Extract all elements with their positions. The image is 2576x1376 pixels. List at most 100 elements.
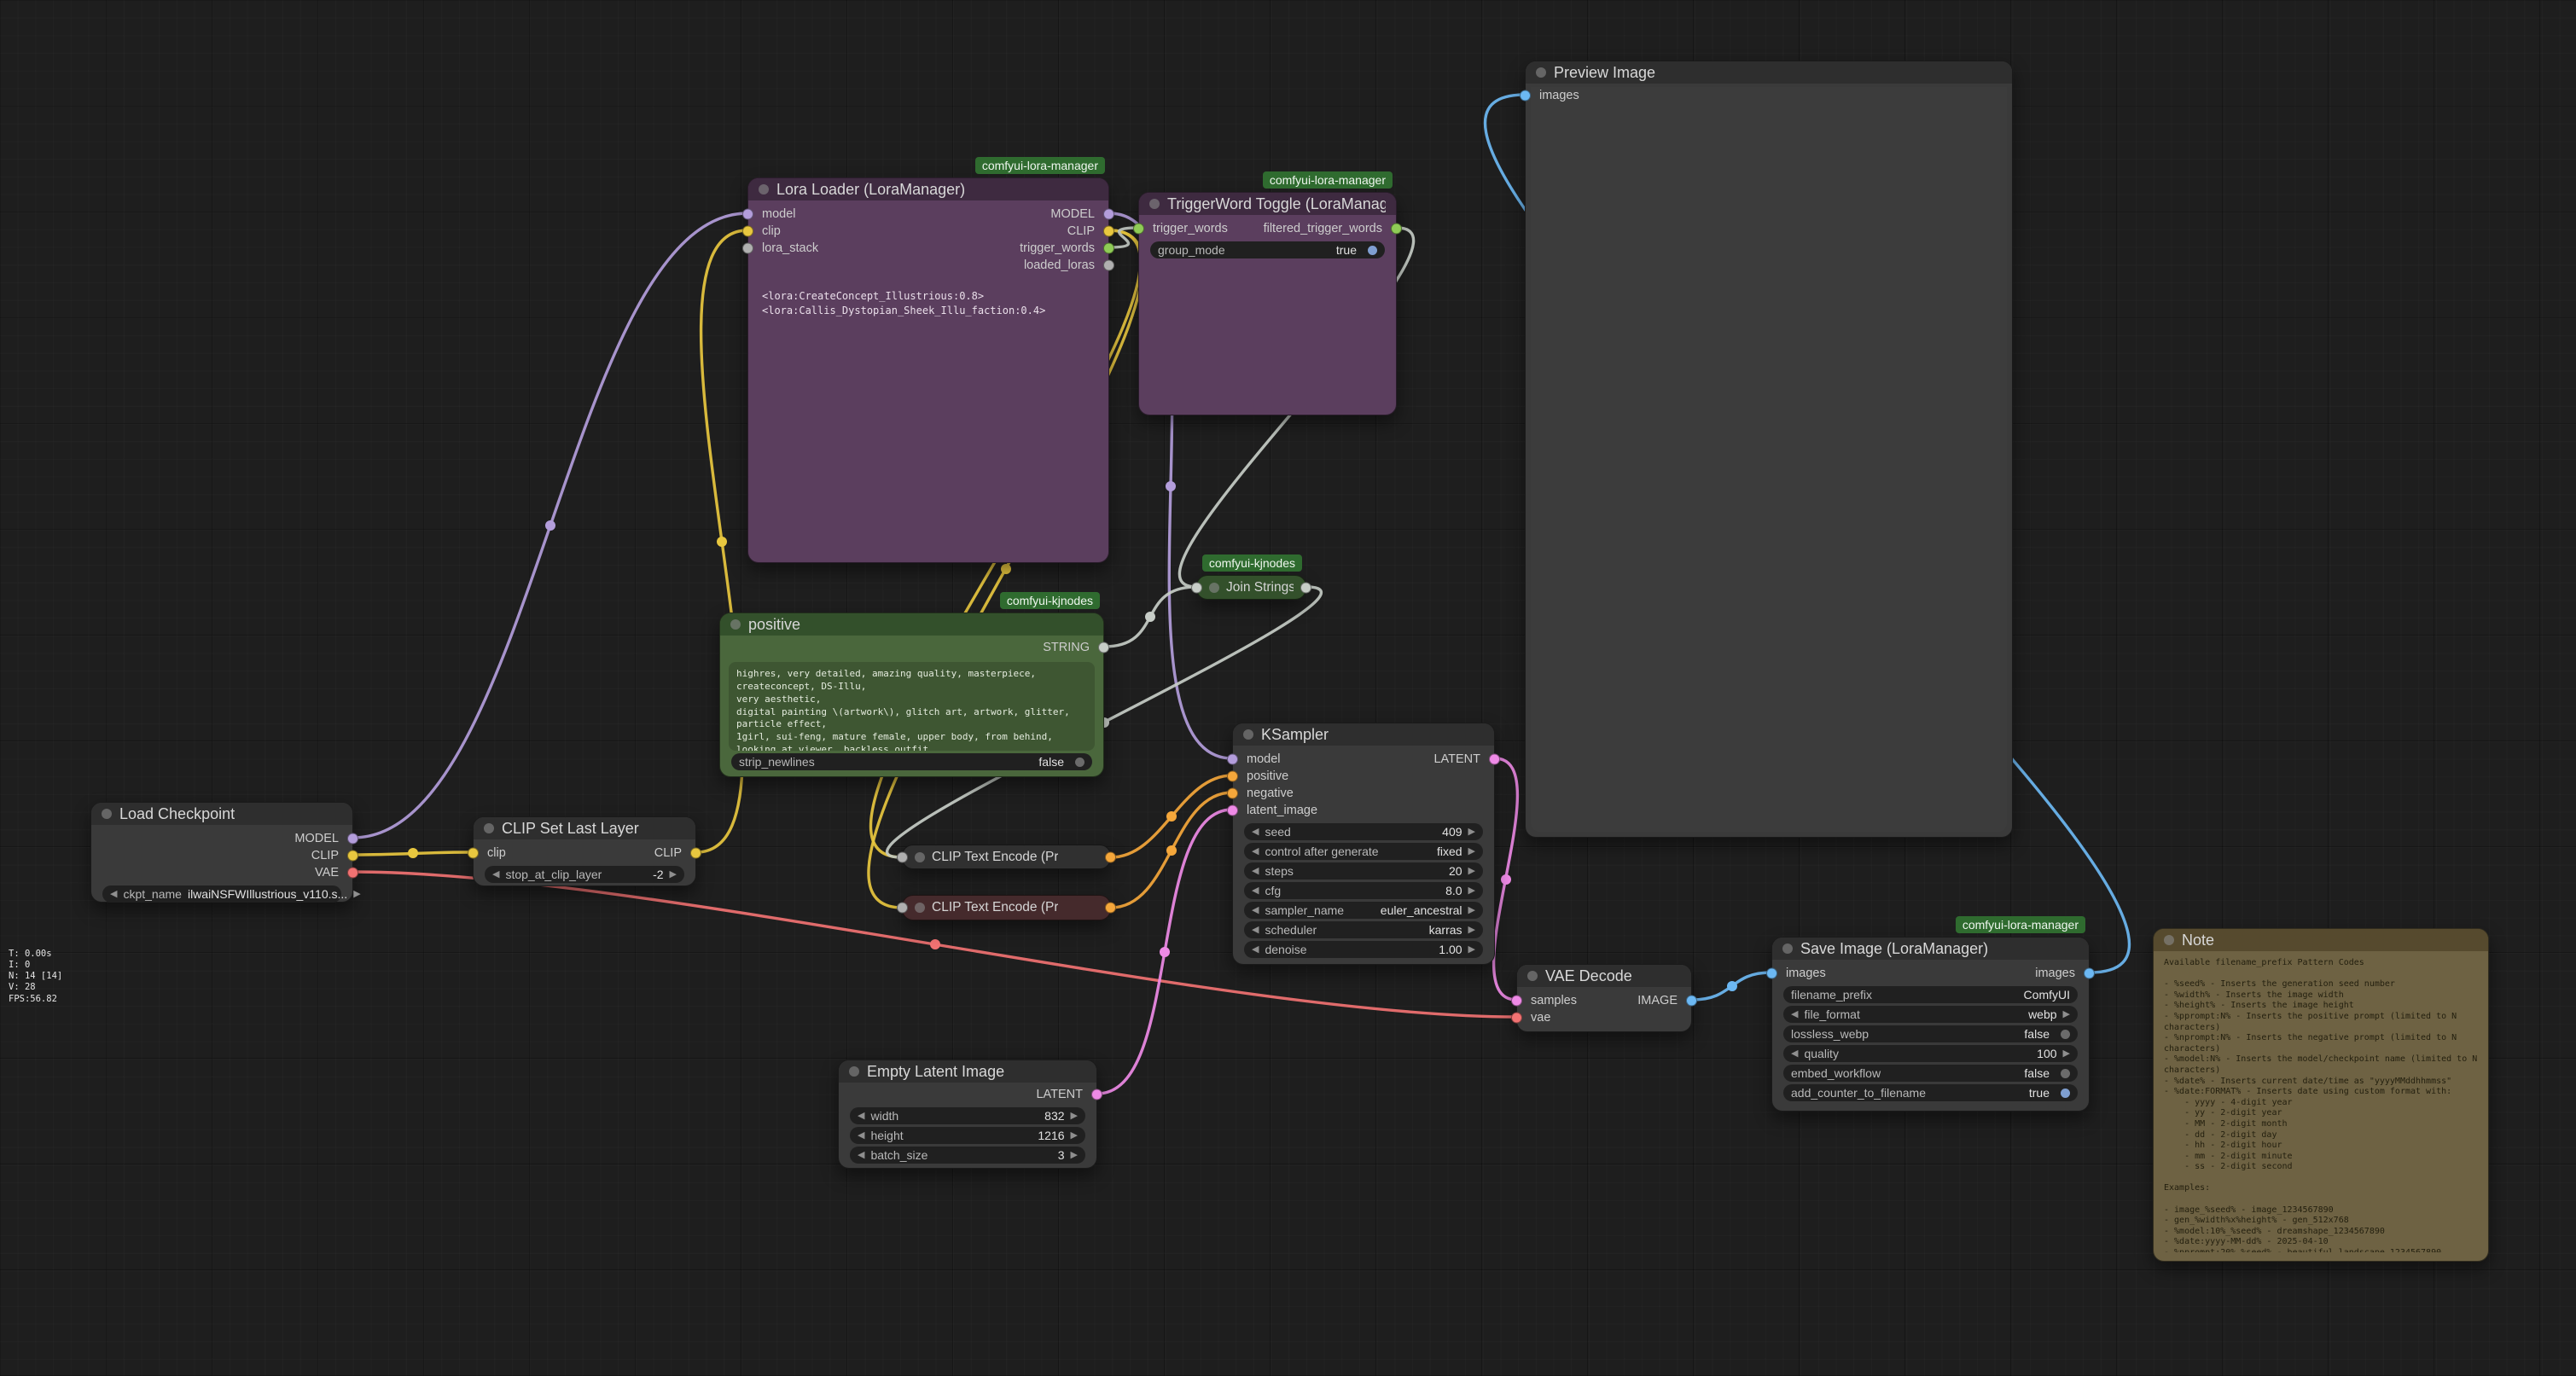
collapse-icon[interactable]	[1527, 971, 1538, 981]
trigger-words-input-dot[interactable]	[1133, 224, 1144, 235]
image-output-dot[interactable]	[1686, 996, 1697, 1007]
node-header[interactable]: Preview Image	[1526, 61, 2012, 84]
latent-output-dot[interactable]	[1091, 1089, 1102, 1100]
node-clip-set-last-layer[interactable]: CLIP Set Last Layer clip CLIP stop_at_cl…	[473, 816, 696, 886]
widget-denoise[interactable]: denoise 1.00	[1244, 941, 1483, 958]
stepper-left-icon[interactable]	[1252, 945, 1259, 955]
widget-stop-at-clip-layer[interactable]: stop_at_clip_layer -2	[485, 866, 684, 883]
node-empty-latent-image[interactable]: Empty Latent Image LATENT width 832 heig…	[838, 1060, 1097, 1169]
widget-steps[interactable]: steps 20	[1244, 862, 1483, 880]
node-header[interactable]: Note	[2154, 929, 2488, 951]
widget-filename-prefix[interactable]: filename_prefix ComfyUI	[1783, 986, 2078, 1003]
widget-cfg[interactable]: cfg 8.0	[1244, 882, 1483, 899]
node-header[interactable]: Empty Latent Image	[839, 1060, 1096, 1083]
node-header[interactable]: positive	[720, 613, 1103, 636]
stepper-left-icon[interactable]	[1791, 1049, 1798, 1059]
toggle-pip-icon[interactable]	[2061, 1030, 2070, 1039]
widget-height[interactable]: height 1216	[850, 1127, 1085, 1144]
images-output-dot[interactable]	[2084, 968, 2095, 979]
clip-text-input-dot[interactable]	[897, 903, 908, 914]
model-output-dot[interactable]	[1103, 209, 1114, 220]
string-output-dot[interactable]	[1098, 642, 1109, 653]
collapse-icon[interactable]	[1536, 67, 1546, 78]
model-input-dot[interactable]	[742, 209, 753, 220]
loaded-loras-output-dot[interactable]	[1103, 260, 1114, 271]
node-header[interactable]: KSampler	[1233, 723, 1494, 746]
stepper-left-icon[interactable]	[858, 1112, 864, 1121]
widget-add-counter-to-filename[interactable]: add_counter_to_filename true	[1783, 1084, 2078, 1101]
clip-text-input-dot[interactable]	[897, 851, 908, 862]
stepper-right-icon[interactable]	[1071, 1131, 1078, 1141]
node-note[interactable]: Note Available filename_prefix Pattern C…	[2153, 928, 2489, 1262]
model-output-dot[interactable]	[347, 833, 358, 845]
stepper-right-icon[interactable]	[1468, 886, 1475, 896]
stepper-right-icon[interactable]	[670, 870, 677, 880]
collapse-icon[interactable]	[1209, 583, 1219, 593]
node-clip-text-encode-positive[interactable]: CLIP Text Encode (Pr	[902, 845, 1111, 869]
prompt-textarea[interactable]: highres, very detailed, amazing quality,…	[729, 662, 1095, 751]
filtered-trigger-words-output-dot[interactable]	[1391, 224, 1402, 235]
string-output-dot[interactable]	[1300, 582, 1311, 593]
stepper-right-icon[interactable]	[1468, 945, 1475, 955]
stepper-right-icon[interactable]	[353, 890, 360, 899]
samples-input-dot[interactable]	[1511, 996, 1522, 1007]
stepper-left-icon[interactable]	[1252, 926, 1259, 935]
stepper-left-icon[interactable]	[1252, 827, 1259, 837]
workflow-canvas[interactable]: T: 0.00s I: 0 N: 14 [14] V: 28 FPS:56.82…	[0, 0, 2576, 1376]
stepper-left-icon[interactable]	[1791, 1010, 1798, 1019]
toggle-pip-icon[interactable]	[1075, 758, 1084, 767]
widget-batch-size[interactable]: batch_size 3	[850, 1147, 1085, 1164]
stepper-left-icon[interactable]	[858, 1131, 864, 1141]
node-header[interactable]: Save Image (LoraManager)	[1772, 938, 2089, 960]
node-save-image[interactable]: comfyui-lora-manager Save Image (LoraMan…	[1771, 937, 2090, 1112]
collapse-icon[interactable]	[102, 809, 112, 819]
node-header[interactable]: CLIP Set Last Layer	[474, 817, 695, 839]
node-clip-text-encode-negative[interactable]: CLIP Text Encode (Pr	[902, 895, 1111, 920]
stepper-right-icon[interactable]	[1071, 1112, 1078, 1121]
widget-scheduler[interactable]: scheduler karras	[1244, 921, 1483, 938]
string-input-dot[interactable]	[1191, 582, 1202, 593]
node-positive-prompt[interactable]: comfyui-kjnodes positive STRING highres,…	[719, 613, 1104, 777]
node-lora-loader[interactable]: comfyui-lora-manager Lora Loader (LoraMa…	[747, 177, 1109, 563]
collapse-icon[interactable]	[484, 823, 494, 833]
model-input-dot[interactable]	[1227, 754, 1238, 765]
widget-strip-newlines[interactable]: strip_newlines false	[731, 753, 1092, 770]
node-header[interactable]: Lora Loader (LoraManager)	[748, 178, 1108, 200]
lora-syntax-text[interactable]: <lora:CreateConcept_Illustrious:0.8> <lo…	[762, 289, 1095, 319]
collapse-icon[interactable]	[1782, 943, 1793, 954]
clip-input-dot[interactable]	[468, 848, 479, 859]
toggle-pip-icon[interactable]	[2061, 1089, 2070, 1098]
collapse-icon[interactable]	[1149, 199, 1160, 209]
collapse-icon[interactable]	[730, 619, 741, 630]
collapse-icon[interactable]	[915, 852, 925, 862]
widget-lossless-webp[interactable]: lossless_webp false	[1783, 1025, 2078, 1042]
widget-seed[interactable]: seed 409	[1244, 823, 1483, 840]
images-input-dot[interactable]	[1766, 968, 1777, 979]
node-header[interactable]: VAE Decode	[1517, 965, 1691, 987]
node-vae-decode[interactable]: VAE Decode samples IMAGE vae	[1516, 964, 1692, 1032]
stepper-right-icon[interactable]	[2063, 1010, 2070, 1019]
collapse-icon[interactable]	[759, 184, 769, 194]
node-triggerword-toggle[interactable]: comfyui-lora-manager TriggerWord Toggle …	[1138, 192, 1397, 415]
collapse-icon[interactable]	[915, 903, 925, 913]
trigger-words-output-dot[interactable]	[1103, 243, 1114, 254]
vae-output-dot[interactable]	[347, 868, 358, 879]
stepper-right-icon[interactable]	[2063, 1049, 2070, 1059]
images-input-dot[interactable]	[1520, 90, 1531, 102]
vae-input-dot[interactable]	[1511, 1013, 1522, 1024]
clip-output-dot[interactable]	[347, 851, 358, 862]
toggle-pip-icon[interactable]	[2061, 1069, 2070, 1078]
conditioning-output-dot[interactable]	[1105, 851, 1116, 862]
node-load-checkpoint[interactable]: Load Checkpoint MODEL CLIP VAE ckpt_name…	[90, 802, 353, 903]
node-preview-image[interactable]: Preview Image images	[1525, 61, 2013, 838]
stepper-left-icon[interactable]	[110, 890, 117, 899]
stepper-right-icon[interactable]	[1468, 926, 1475, 935]
widget-control-after-generate[interactable]: control after generate fixed	[1244, 843, 1483, 860]
node-header[interactable]: Load Checkpoint	[91, 803, 352, 825]
widget-width[interactable]: width 832	[850, 1107, 1085, 1124]
clip-input-dot[interactable]	[742, 226, 753, 237]
conditioning-output-dot[interactable]	[1105, 903, 1116, 914]
clip-output-dot[interactable]	[1103, 226, 1114, 237]
toggle-pip-icon[interactable]	[1368, 246, 1377, 255]
stepper-right-icon[interactable]	[1468, 847, 1475, 856]
